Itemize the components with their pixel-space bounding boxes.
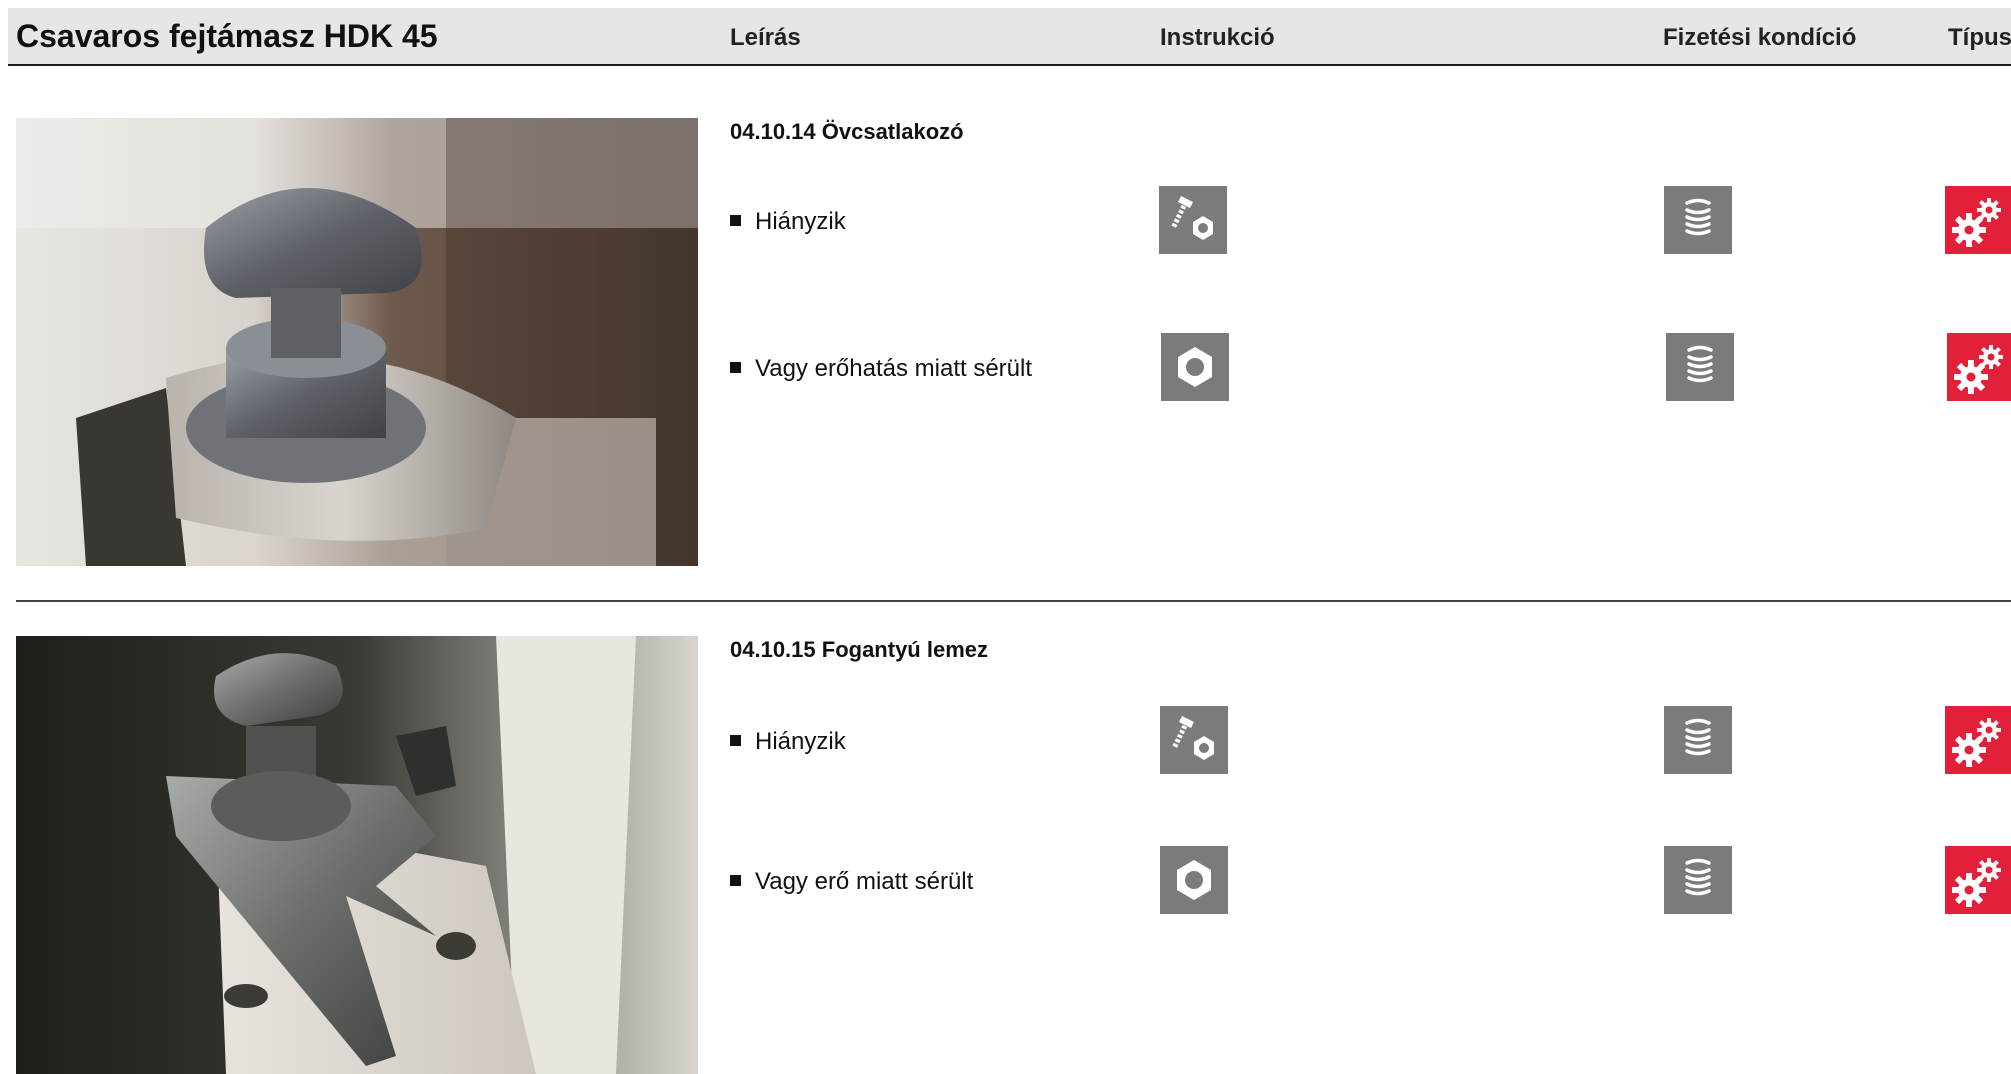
gears-icon: [1947, 333, 2011, 401]
table-row: Hiányzik: [0, 186, 2011, 256]
item-title: 04.10.15 Fogantyú lemez: [730, 637, 988, 662]
bullet-icon: [730, 362, 741, 374]
bolt-nut-icon: [1159, 186, 1227, 254]
row-description: Hiányzik: [730, 728, 846, 756]
column-header-payment: Fizetési kondíció: [1663, 24, 1857, 51]
gears-icon: [1945, 706, 2011, 774]
table-header: Csavaros fejtámasz HDK 45 Leírás Instruk…: [8, 8, 2011, 66]
section-divider: [16, 600, 2011, 602]
bullet-icon: [730, 215, 741, 227]
row-description: Hiányzik: [730, 208, 846, 236]
table-row: Vagy erő miatt sérült: [0, 846, 2011, 916]
coin-stack-icon: [1666, 333, 1734, 401]
gears-icon: [1945, 846, 2011, 914]
coin-stack-icon: [1664, 706, 1732, 774]
hex-nut-icon: [1161, 333, 1229, 401]
row-description: Vagy erő miatt sérült: [730, 868, 973, 896]
item-title: 04.10.14 Övcsatlakozó: [730, 119, 964, 144]
column-header-type: Típus: [1948, 24, 2011, 51]
coin-stack-icon: [1664, 186, 1732, 254]
row-description: Vagy erőhatás miatt sérült: [730, 355, 1032, 383]
table-row: Hiányzik: [0, 706, 2011, 776]
gears-icon: [1945, 186, 2011, 254]
page-title: Csavaros fejtámasz HDK 45: [16, 18, 438, 54]
table-row: Vagy erőhatás miatt sérült: [0, 333, 2011, 403]
bolt-nut-icon: [1160, 706, 1228, 774]
bullet-icon: [730, 875, 741, 887]
column-header-instruction: Instrukció: [1160, 24, 1275, 51]
column-header-description: Leírás: [730, 24, 801, 51]
coin-stack-icon: [1664, 846, 1732, 914]
bullet-icon: [730, 735, 741, 747]
hex-nut-icon: [1160, 846, 1228, 914]
